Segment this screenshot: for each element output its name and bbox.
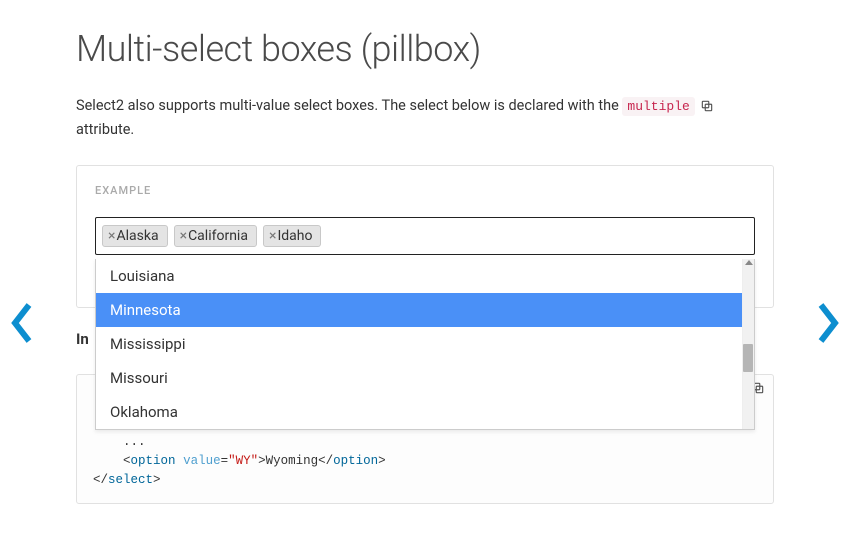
- close-icon[interactable]: ×: [108, 229, 115, 243]
- code-line-close: </select>: [93, 471, 757, 490]
- chevron-left-icon: [11, 303, 33, 343]
- pill-label: California: [188, 228, 248, 244]
- copy-icon[interactable]: [700, 99, 714, 113]
- option-missouri[interactable]: Missouri: [96, 361, 742, 395]
- code-line-ellipsis: ...: [93, 433, 757, 452]
- pill-label: Alaska: [116, 228, 158, 244]
- intro-after: attribute.: [76, 121, 134, 138]
- dropdown-panel: Louisiana Minnesota Mississippi Missouri…: [95, 259, 755, 430]
- pill-alaska[interactable]: × Alaska: [102, 225, 168, 247]
- intro-text: Select2 also supports multi-value select…: [76, 94, 774, 141]
- code-line-option: <option value="WY">Wyoming</option>: [93, 452, 757, 471]
- next-slide-button[interactable]: [812, 298, 844, 348]
- option-minnesota[interactable]: Minnesota: [96, 293, 742, 327]
- chevron-right-icon: [817, 303, 839, 343]
- page-title: Multi-select boxes (pillbox): [76, 28, 774, 70]
- intro-code: multiple: [622, 97, 694, 116]
- truncated-heading: In: [76, 330, 89, 348]
- scrollbar-thumb[interactable]: [743, 344, 753, 372]
- pill-label: Idaho: [277, 228, 312, 244]
- option-mississippi[interactable]: Mississippi: [96, 327, 742, 361]
- intro-before: Select2 also supports multi-value select…: [76, 97, 622, 114]
- dropdown-list: Louisiana Minnesota Mississippi Missouri…: [96, 259, 742, 429]
- multiselect-field[interactable]: × Alaska × California × Idaho: [95, 217, 755, 255]
- prev-slide-button[interactable]: [6, 298, 38, 348]
- scroll-up-icon[interactable]: [745, 260, 753, 265]
- pill-idaho[interactable]: × Idaho: [263, 225, 322, 247]
- example-panel: EXAMPLE × Alaska × California × Idaho Lo…: [76, 165, 774, 308]
- example-label: EXAMPLE: [95, 184, 755, 197]
- option-louisiana[interactable]: Louisiana: [96, 259, 742, 293]
- close-icon[interactable]: ×: [180, 229, 187, 243]
- pill-california[interactable]: × California: [174, 225, 257, 247]
- close-icon[interactable]: ×: [269, 229, 276, 243]
- option-oklahoma[interactable]: Oklahoma: [96, 395, 742, 429]
- scrollbar[interactable]: [742, 259, 754, 429]
